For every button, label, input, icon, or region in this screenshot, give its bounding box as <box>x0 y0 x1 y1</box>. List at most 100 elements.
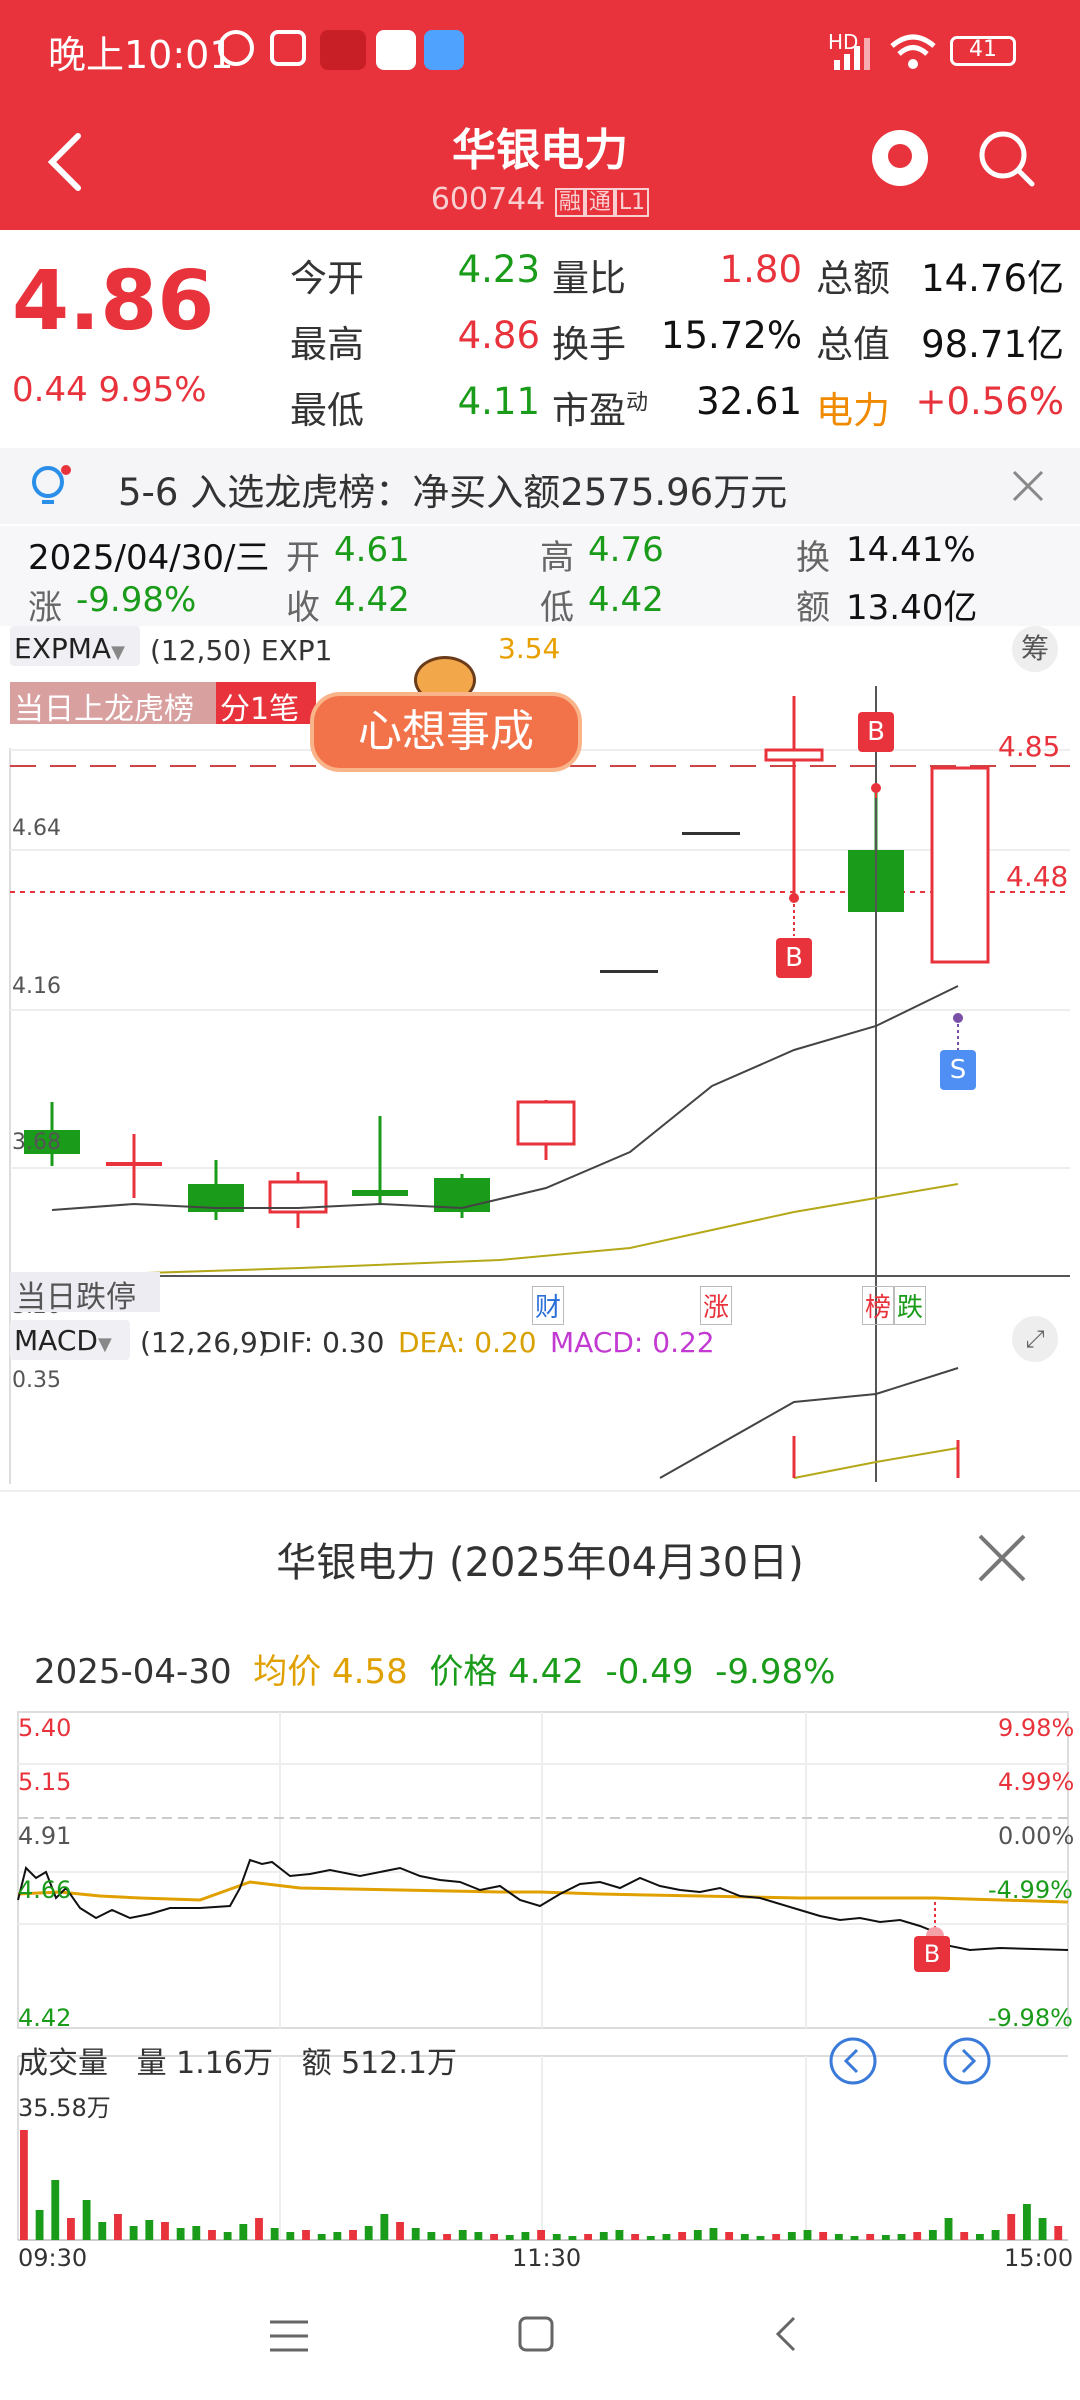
notification-icon <box>320 30 366 70</box>
day-low: 4.42 <box>588 580 664 620</box>
volume-bar <box>1007 2214 1016 2240</box>
next-day-button[interactable] <box>942 2036 992 2086</box>
left-axis-1: 5.40 <box>18 1714 72 1742</box>
signal-bars-icon <box>834 38 870 70</box>
alarm-icon <box>218 30 254 66</box>
wifi-icon <box>890 34 936 69</box>
home-nav-button[interactable] <box>516 2314 556 2354</box>
volume-bar <box>505 2235 514 2240</box>
label-sector[interactable]: 电力 <box>816 380 890 434</box>
macd-name: MACD <box>14 1324 98 1357</box>
message-icon <box>424 30 464 70</box>
value-market-value: 98.71亿 <box>921 323 1064 366</box>
day-turnover-label: 换 <box>796 538 830 578</box>
buy-marker-2[interactable]: B <box>776 938 812 978</box>
volume-bar <box>850 2236 859 2240</box>
intraday-summary: 2025-04-30 均价 4.58 价格 4.42 -0.49 -9.98% <box>34 1644 835 1693</box>
volume-bar <box>725 2232 734 2240</box>
volume-bar <box>709 2228 718 2240</box>
intraday-price-chart[interactable] <box>0 1710 1080 2330</box>
volume-bar <box>866 2234 875 2240</box>
level-top: 4.85 <box>998 730 1061 763</box>
volume-value: 量 1.16万 <box>136 2046 273 2081</box>
volume-bar <box>787 2232 796 2240</box>
volume-bar <box>255 2218 263 2240</box>
axis-label-3: 3.68 <box>12 1130 61 1155</box>
price-change: -0.49 <box>605 1652 694 1692</box>
volume-bar <box>427 2232 436 2240</box>
close-panel-icon[interactable] <box>972 1528 1032 1588</box>
chip-button[interactable]: 筹 <box>1012 626 1058 672</box>
label-total-amount: 总额 <box>816 257 890 300</box>
menu-nav-button[interactable] <box>266 2316 312 2356</box>
intraday-panel: 华银电力 (2025年04月30日) 2025-04-30 均价 4.58 价格… <box>0 1490 1080 2400</box>
amount-value: 额 512.1万 <box>301 2046 457 2081</box>
dragon-tiger-badge[interactable]: 当日上龙虎榜 <box>10 682 216 727</box>
volume-bar <box>897 2234 906 2240</box>
notice-text[interactable]: 5-6 入选龙虎榜：净买入额2575.96万元 <box>118 462 787 516</box>
macd-dea: DEA: 0.20 <box>398 1326 537 1359</box>
volume-bar <box>396 2222 404 2240</box>
tag-connect: 通 <box>584 188 615 217</box>
dragon-tiger-badge-right[interactable]: 分1笔 <box>216 682 316 727</box>
tag-level: L1 <box>614 188 650 217</box>
kline-chart[interactable]: EXPMA▼ (12,50) EXP1 3.54 筹 当日上龙虎榜 分1笔 心想… <box>0 626 1080 1490</box>
value-open: 4.23 <box>457 248 540 291</box>
volume-bar <box>740 2234 749 2240</box>
day-close-label: 收 <box>286 588 320 628</box>
value-sector[interactable]: +0.56% <box>900 380 1064 423</box>
robot-assistant-icon[interactable] <box>872 130 928 186</box>
top-header: 晚上10:01 HD 41 华银电力 600744 融通 L1 <box>0 0 1080 230</box>
prev-day-button[interactable] <box>828 2036 878 2086</box>
volume-bar <box>913 2232 922 2240</box>
volume-bar <box>333 2232 342 2240</box>
change-percent: 9.95% <box>98 370 207 410</box>
candle-12 <box>930 766 990 964</box>
event-tag-list[interactable]: 榜 <box>862 1286 895 1325</box>
label-market-value: 总值 <box>816 323 890 366</box>
day-open-label: 开 <box>286 538 320 578</box>
volume-bar <box>192 2226 201 2240</box>
volume-bar <box>129 2226 138 2240</box>
indicator-selector[interactable]: EXPMA▼ <box>10 626 140 666</box>
tiger-sticker[interactable]: 心想事成 <box>310 656 582 780</box>
chevron-down-icon: ▼ <box>97 1334 112 1355</box>
volume-bar <box>756 2236 765 2240</box>
macd-dif: DIF: 0.30 <box>260 1326 385 1359</box>
value-low: 4.11 <box>457 380 540 423</box>
left-axis-2: 5.15 <box>18 1768 72 1796</box>
volume-bar <box>302 2230 310 2240</box>
volume-bar <box>599 2232 608 2240</box>
right-axis-2: 4.99% <box>998 1768 1075 1796</box>
volume-bar <box>161 2222 169 2240</box>
event-tag-finance[interactable]: 财 <box>532 1286 565 1325</box>
label-volume-ratio: 量比 <box>552 257 626 300</box>
volume-bar <box>803 2230 812 2240</box>
price-label: 价格 <box>429 1652 498 1692</box>
event-tag-limit-down[interactable]: 跌 <box>894 1286 927 1325</box>
volume-bar <box>1022 2204 1031 2240</box>
search-icon[interactable] <box>976 128 1038 190</box>
expand-icon[interactable]: ⤢ <box>1012 1316 1058 1362</box>
stock-code: 600744 <box>430 182 546 217</box>
right-axis-4: -4.99% <box>988 1876 1073 1904</box>
volume-bar <box>51 2180 60 2240</box>
day-high: 4.76 <box>588 530 664 570</box>
sell-marker[interactable]: S <box>940 1050 976 1090</box>
volume-bar <box>678 2232 687 2240</box>
intraday-buy-marker[interactable]: B <box>914 1936 950 1972</box>
event-tag-limit-up[interactable]: 涨 <box>700 1286 733 1325</box>
candle-10 <box>764 696 824 896</box>
wechat-icon <box>376 30 416 70</box>
close-notice-icon[interactable] <box>1008 466 1048 506</box>
macd-axis-top: 0.35 <box>12 1368 61 1393</box>
price-change: 0.44 9.95% <box>12 370 207 410</box>
candle-2 <box>106 1134 162 1198</box>
volume-bar <box>1054 2226 1063 2240</box>
back-nav-button[interactable] <box>766 2314 806 2354</box>
day-change-label: 涨 <box>28 588 62 628</box>
battery-level: 41 <box>969 37 997 62</box>
buy-marker[interactable]: B <box>858 712 894 752</box>
macd-selector[interactable]: MACD▼ <box>10 1320 130 1360</box>
volume-bar <box>411 2228 420 2240</box>
